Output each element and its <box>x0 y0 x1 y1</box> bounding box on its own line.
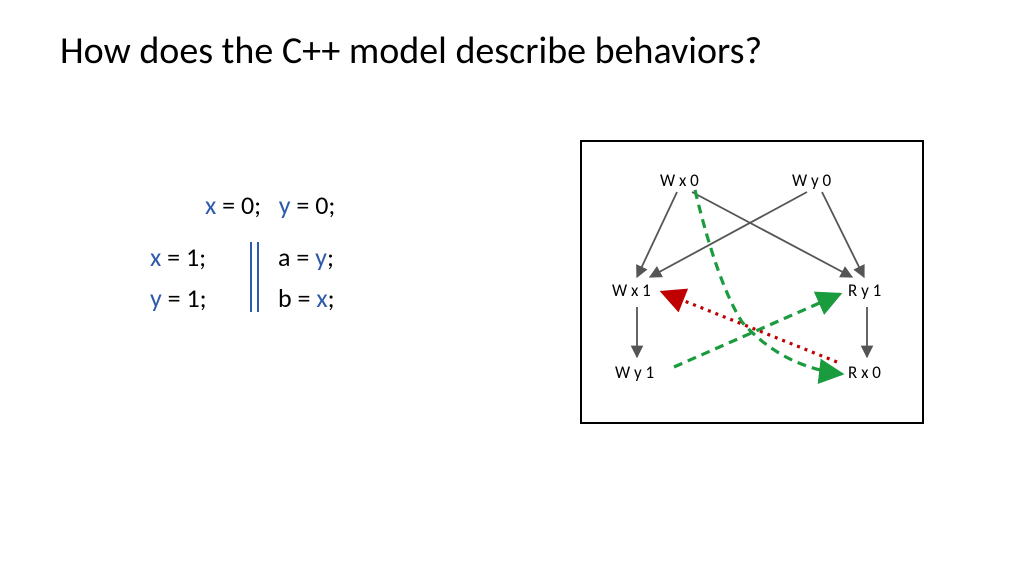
node-ry1: R y 1 <box>848 280 881 301</box>
slide: How does the C++ model describe behavior… <box>0 0 1024 576</box>
node-wx1: W x 1 <box>612 280 651 301</box>
thread-1: x = 1; y = 1; <box>150 237 250 318</box>
node-rx0: R x 0 <box>848 362 881 383</box>
init-y-rest: = 0; <box>291 189 336 221</box>
t1-l1-rest: = 1; <box>161 241 206 273</box>
init-x-rest: = 0; <box>216 189 261 221</box>
t2-l2-a: b = <box>278 282 316 314</box>
parallel-bars-icon <box>250 242 252 312</box>
execution-graph: W x 0 W y 0 W x 1 R y 1 W y 1 R x 0 <box>580 140 924 424</box>
var-y: y <box>279 189 291 221</box>
t2-line2: b = x; <box>278 278 335 318</box>
init-line: x = 0; y = 0; <box>205 185 335 225</box>
slide-title: How does the C++ model describe behavior… <box>60 28 762 74</box>
node-wy1: W y 1 <box>615 362 654 383</box>
t2-var-x: x <box>316 282 327 314</box>
thread-2: a = y; b = x; <box>278 237 335 318</box>
t2-l1-a: a = <box>278 241 315 273</box>
threads: x = 1; y = 1; a = y; b = x; <box>150 237 335 318</box>
t1-l2-rest: = 1; <box>162 282 207 314</box>
t2-line1: a = y; <box>278 237 335 277</box>
t1-line1: x = 1; <box>150 237 250 277</box>
node-wy0: W y 0 <box>792 170 831 191</box>
t2-l1-semi: ; <box>327 241 334 273</box>
t1-var-y: y <box>150 282 162 314</box>
t1-var-x: x <box>150 241 161 273</box>
t2-var-y: y <box>315 241 327 273</box>
var-x: x <box>205 189 216 221</box>
t1-line2: y = 1; <box>150 278 250 318</box>
code-block: x = 0; y = 0; x = 1; y = 1; a = y; b = x… <box>150 185 335 318</box>
node-wx0: W x 0 <box>660 170 699 191</box>
t2-l2-semi: ; <box>328 282 335 314</box>
